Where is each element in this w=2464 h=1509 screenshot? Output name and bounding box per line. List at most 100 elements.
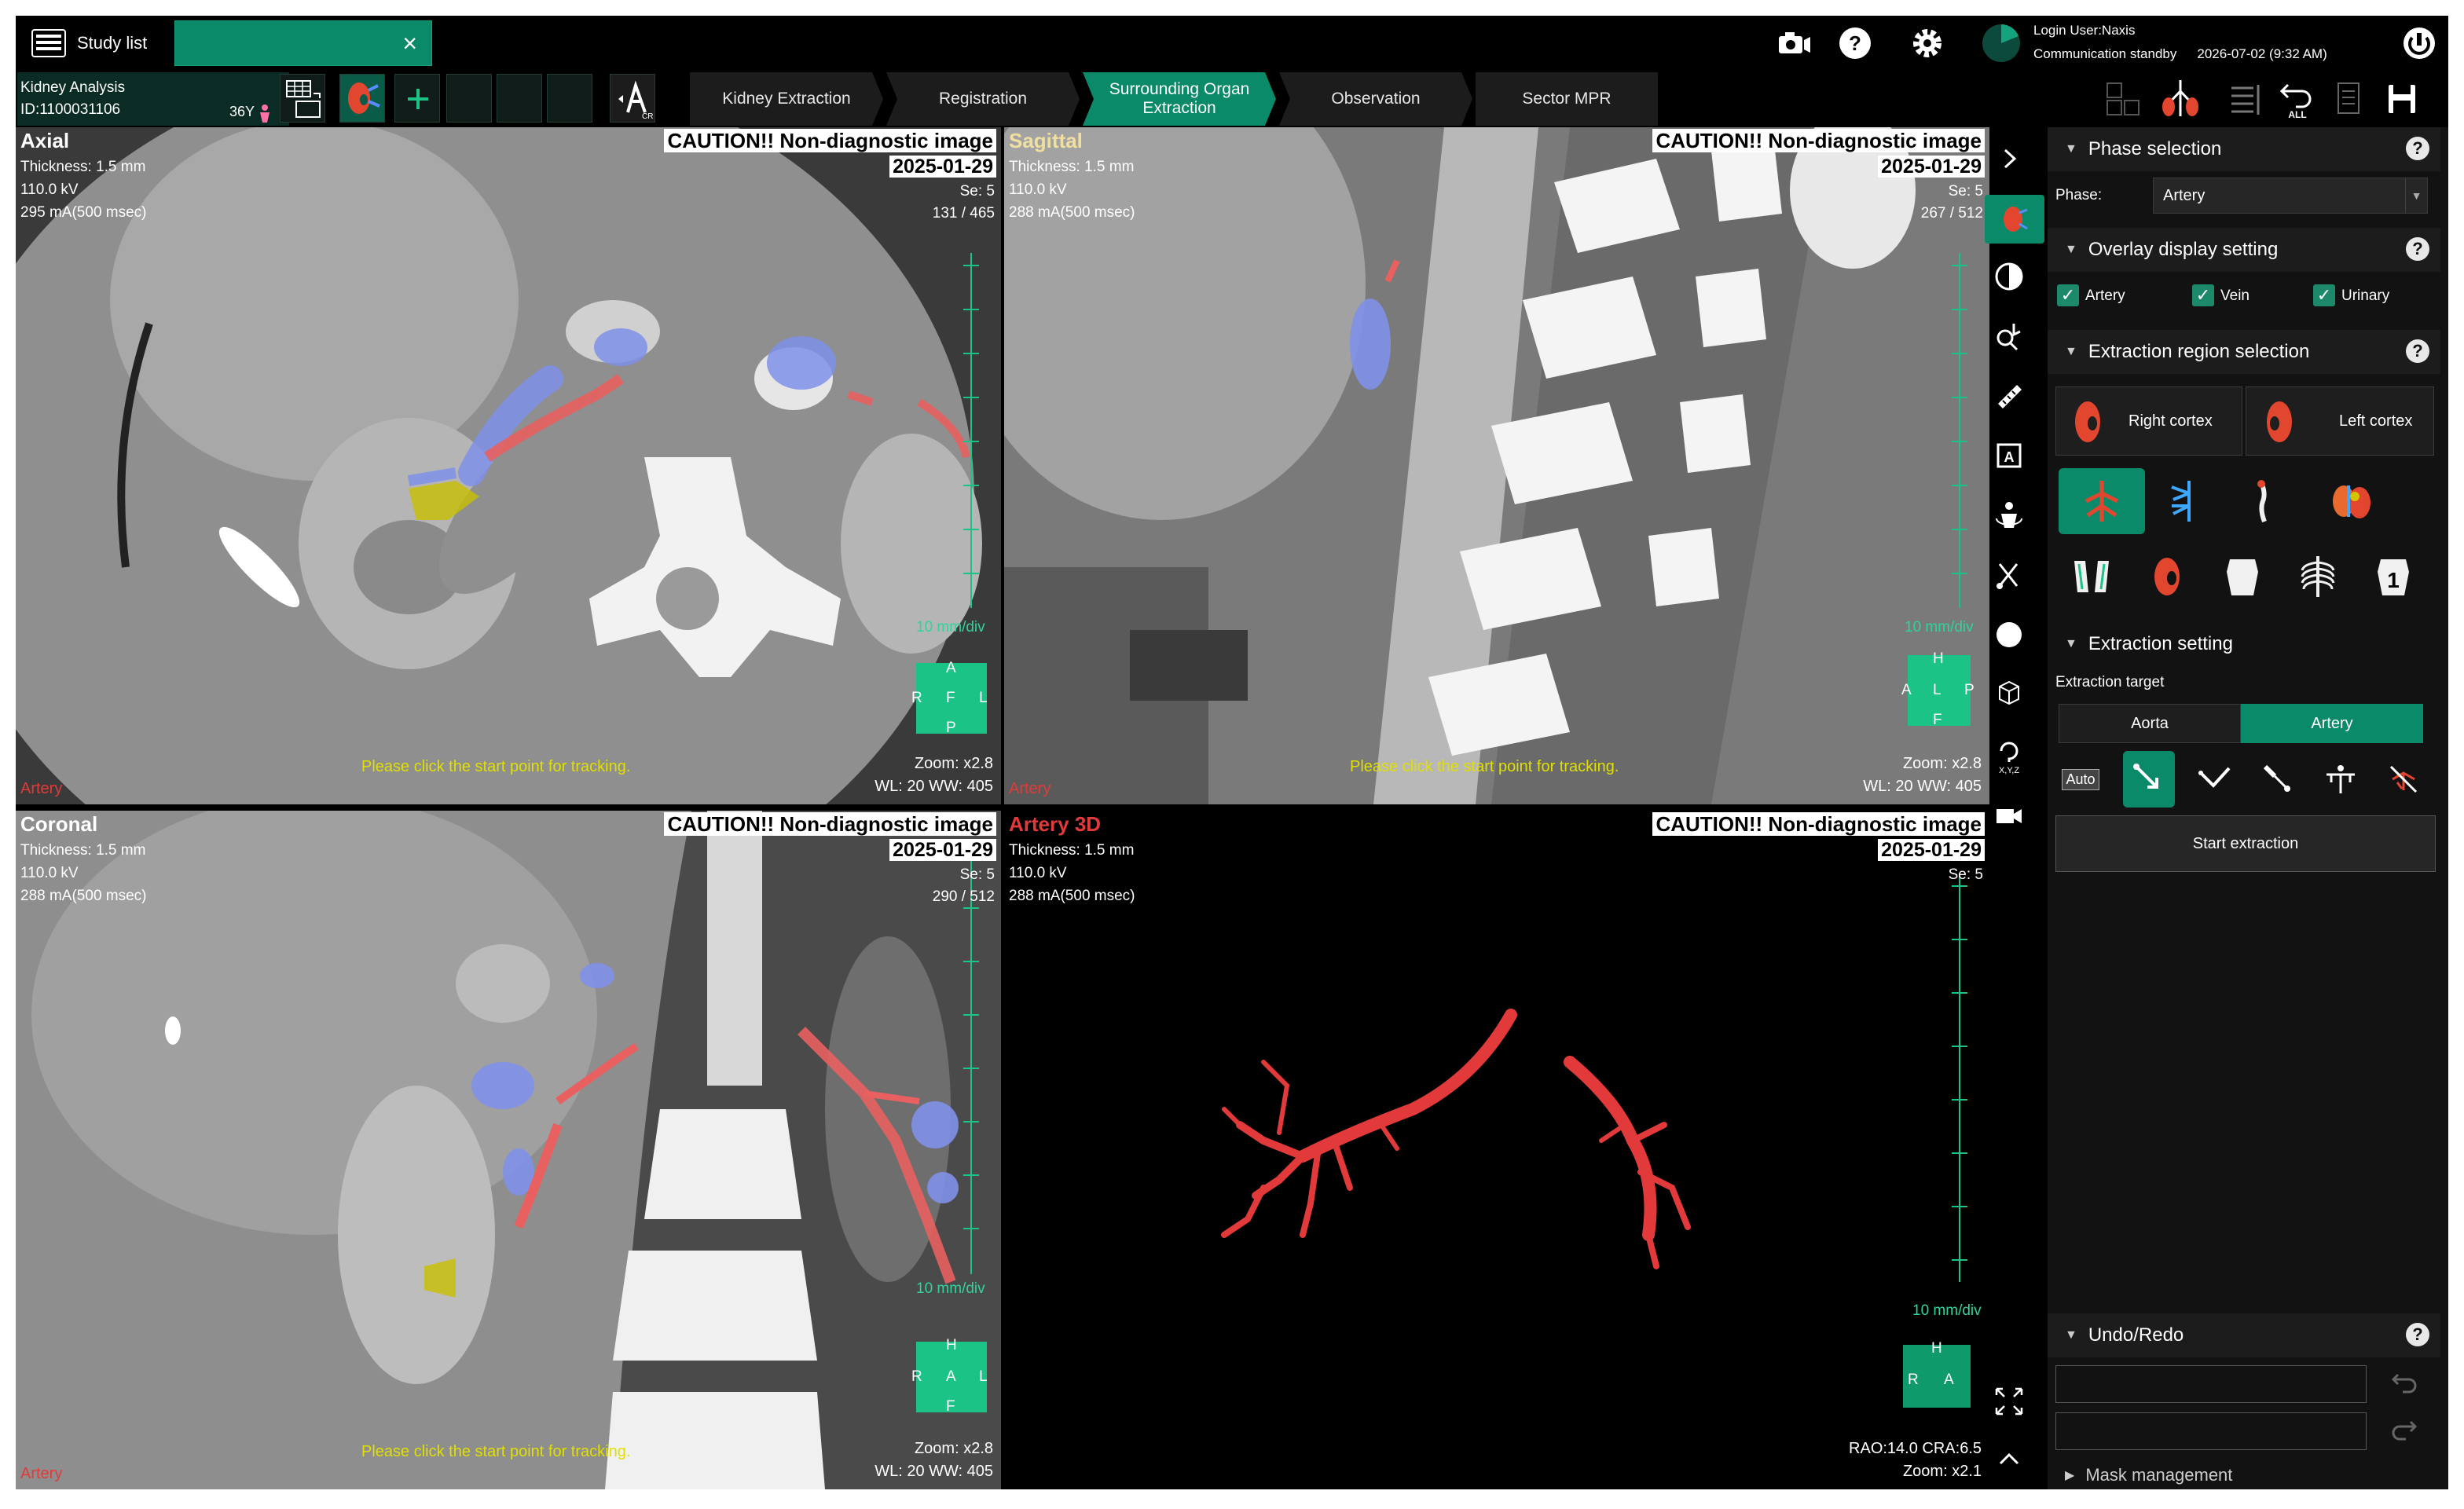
sagittal-viewport[interactable]: Sagittal Thickness: 1.5 mm 110.0 kV 288 … xyxy=(1004,127,1989,804)
branch-tool-button[interactable] xyxy=(2315,751,2367,808)
brush-tool-button[interactable] xyxy=(2252,751,2304,808)
redo-history-field[interactable] xyxy=(2055,1412,2367,1450)
delete-vessel-button[interactable] xyxy=(2378,751,2429,808)
kidney-mode-icon[interactable] xyxy=(339,74,385,123)
female-icon xyxy=(258,104,272,123)
open-study-tab[interactable]: × xyxy=(174,20,432,66)
extraction-setting-header[interactable]: ▼ Extraction setting xyxy=(2048,622,2440,666)
ruler-icon[interactable] xyxy=(1989,375,2029,416)
power-icon[interactable] xyxy=(2401,25,2437,61)
undo-redo-header[interactable]: ▼ Undo/Redo ? xyxy=(2048,1313,2440,1357)
mask-management-header[interactable]: ▶ Mask management xyxy=(2048,1461,2440,1489)
grid-view-icon[interactable] xyxy=(2103,77,2145,121)
tool-slot-2[interactable] xyxy=(497,74,542,123)
orientation-cube[interactable]: H A L P F xyxy=(1901,650,1974,728)
study-list-button[interactable]: Study list xyxy=(31,20,181,66)
cut-icon[interactable] xyxy=(1989,555,2029,595)
custom-region-button[interactable]: 1 xyxy=(2357,544,2429,610)
zoom-pan-icon[interactable] xyxy=(1989,316,2029,357)
artery-3d-viewport[interactable]: Artery 3D Thickness: 1.5 mm 110.0 kV 288… xyxy=(1004,811,1989,1489)
artery-region-button[interactable] xyxy=(2059,468,2145,534)
step-sector-mpr[interactable]: Sector MPR xyxy=(1476,72,1658,126)
step-kidney-extraction[interactable]: Kidney Extraction xyxy=(690,72,883,126)
settings-icon[interactable] xyxy=(1909,25,1945,61)
extraction-region-header[interactable]: ▼ Extraction region selection ? xyxy=(2048,330,2440,374)
collapse-up-icon[interactable] xyxy=(1989,1439,2029,1480)
document-icon[interactable] xyxy=(2330,77,2367,121)
add-icon[interactable] xyxy=(394,74,440,123)
redo-icon[interactable] xyxy=(2389,1416,2420,1447)
body-region-button[interactable] xyxy=(2206,544,2279,610)
close-tab-icon[interactable]: × xyxy=(402,29,417,57)
help-icon[interactable]: ? xyxy=(1837,25,1873,61)
fullscreen-icon[interactable] xyxy=(1989,1381,2029,1422)
phase-select[interactable]: Artery ▼ xyxy=(2153,178,2428,214)
artery-tree-icon xyxy=(2084,481,2119,522)
organs-icon[interactable] xyxy=(2158,77,2203,121)
undo-all-icon[interactable]: ALL xyxy=(2277,77,2318,121)
path-tool-button[interactable] xyxy=(2189,751,2241,808)
tool-slot-1[interactable] xyxy=(446,74,492,123)
scan-params: Thickness: 1.5 mm 110.0 kV 288 mA(500 ms… xyxy=(1009,159,1135,221)
track-tool-button[interactable] xyxy=(2123,751,2175,808)
overlay-display-header[interactable]: ▼ Overlay display setting ? xyxy=(2048,228,2440,272)
help-icon[interactable]: ? xyxy=(2406,1323,2429,1346)
svg-text:A: A xyxy=(2004,449,2015,465)
axial-image xyxy=(16,127,1001,804)
organs-region-button[interactable] xyxy=(2301,468,2403,534)
orientation-cube[interactable]: H R A L F xyxy=(911,1337,988,1415)
step-observation[interactable]: Observation xyxy=(1279,72,1472,126)
target-artery-button[interactable]: Artery xyxy=(2241,704,2423,743)
kidney-region-button[interactable] xyxy=(2131,544,2203,610)
orientation-cube[interactable]: A R F L P xyxy=(911,660,988,736)
save-icon[interactable] xyxy=(2382,77,2422,121)
undo-icon[interactable] xyxy=(2389,1368,2420,1400)
orientation-cube[interactable]: H R A xyxy=(1903,1340,1971,1408)
tracking-message: Please click the start point for trackin… xyxy=(1350,758,1619,775)
patient-age: 36Y xyxy=(229,104,255,119)
auto-button[interactable]: Auto xyxy=(2057,751,2104,808)
help-icon[interactable]: ? xyxy=(2406,137,2429,160)
viewport-title: Artery 3D xyxy=(1009,812,1102,836)
caution-label: CAUTION!! Non-diagnostic image xyxy=(1652,129,1985,152)
window-level-icon[interactable] xyxy=(1989,256,2029,297)
artery-checkbox[interactable]: ✓ xyxy=(2057,284,2079,306)
body-rotate-icon[interactable] xyxy=(1989,495,2029,536)
xyz-rotate-icon[interactable]: X,Y,Z xyxy=(1989,732,2029,779)
camera-icon[interactable] xyxy=(1776,25,1812,61)
step-surrounding-organ-extraction[interactable]: Surrounding Organ Extraction xyxy=(1083,72,1276,126)
undo-history-field[interactable] xyxy=(2055,1365,2367,1403)
muscle-region-button[interactable] xyxy=(2055,544,2128,610)
vein-checkbox[interactable]: ✓ xyxy=(2192,284,2214,306)
list-settings-icon[interactable] xyxy=(2225,77,2266,121)
viewport-title: Axial xyxy=(20,129,70,152)
help-icon[interactable]: ? xyxy=(2406,339,2429,363)
vein-region-button[interactable] xyxy=(2150,468,2222,534)
bone-region-button[interactable] xyxy=(2282,544,2354,610)
study-date: 2025-01-29 xyxy=(1878,839,1985,861)
tool-slot-3[interactable] xyxy=(547,74,592,123)
sphere-icon[interactable] xyxy=(1989,614,2029,655)
caution-label: CAUTION!! Non-diagnostic image xyxy=(1652,812,1985,836)
step-registration[interactable]: Registration xyxy=(886,72,1080,126)
target-aorta-button[interactable]: Aorta xyxy=(2059,704,2241,743)
collapse-icon: ▼ xyxy=(2065,637,2077,650)
video-camera-icon[interactable] xyxy=(1989,795,2029,836)
kidney-tool-icon[interactable] xyxy=(1985,195,2044,244)
ureter-region-button[interactable] xyxy=(2225,468,2297,534)
expand-panel-icon[interactable] xyxy=(1989,138,2029,179)
start-extraction-button[interactable]: Start extraction xyxy=(2055,815,2436,872)
help-icon[interactable]: ? xyxy=(2406,237,2429,261)
layout-icon[interactable] xyxy=(280,74,325,123)
zoom-info: Zoom: x2.8 WL: 20 WW: 405 xyxy=(874,755,993,795)
cube-view-icon[interactable] xyxy=(1989,672,2029,713)
axial-viewport[interactable]: Axial Thickness: 1.5 mm 110.0 kV 295 mA(… xyxy=(16,127,1001,804)
chevron-down-icon[interactable]: ▼ xyxy=(2405,178,2427,213)
phase-selection-header[interactable]: ▼ Phase selection ? xyxy=(2048,127,2440,171)
annotation-icon[interactable]: A xyxy=(1989,435,2029,476)
right-cortex-button[interactable]: Right cortex xyxy=(2055,386,2242,456)
left-cortex-button[interactable]: Left cortex xyxy=(2246,386,2434,456)
coronal-viewport[interactable]: Coronal Thickness: 1.5 mm 110.0 kV 288 m… xyxy=(16,811,1001,1489)
urinary-checkbox[interactable]: ✓ xyxy=(2313,284,2335,306)
anatomy-mode-icon[interactable]: CR xyxy=(610,74,655,123)
